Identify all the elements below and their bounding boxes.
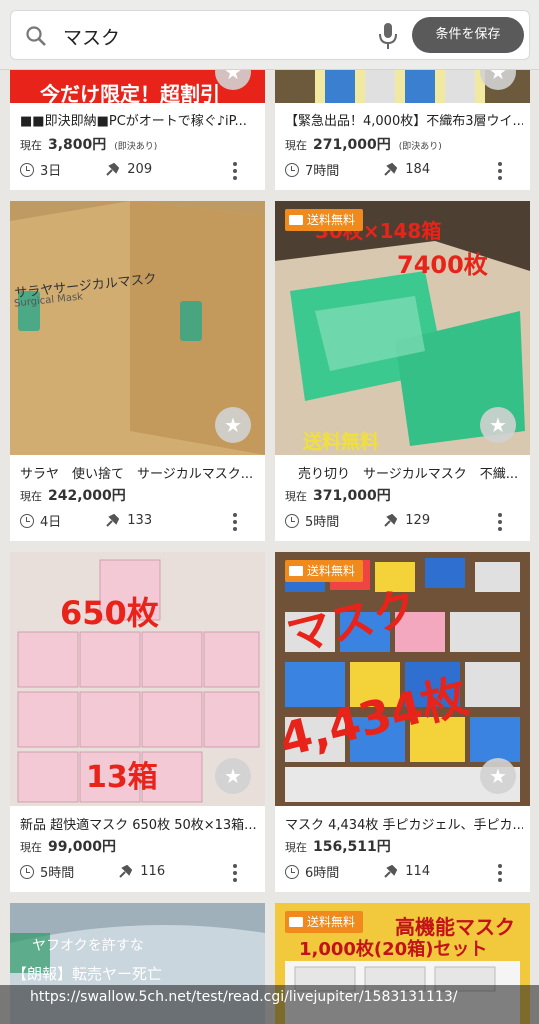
- banner-text: 今だけ限定！超割引: [40, 82, 220, 103]
- star-icon: ★: [489, 413, 507, 437]
- image-text: ヤフオクを許すな: [32, 938, 144, 954]
- image-text-count: 650枚: [60, 594, 159, 632]
- clock-icon: [20, 513, 34, 528]
- search-input[interactable]: マスク 条件を保存: [10, 10, 530, 60]
- bid-count: 184: [405, 162, 431, 177]
- search-header: マスク 条件を保存: [0, 0, 539, 70]
- star-icon: ★: [224, 764, 242, 788]
- meta-row: 7時間 184: [285, 160, 430, 179]
- meta-row: 4日 133: [20, 511, 152, 530]
- star-icon: ★: [489, 764, 507, 788]
- bid-count: 129: [405, 513, 431, 528]
- time-left: 3日: [40, 164, 62, 179]
- clock-icon: [285, 162, 299, 177]
- gavel-icon: [106, 513, 120, 527]
- price-row: 現在 156,511円: [285, 839, 391, 855]
- price-row: 現在 99,000円: [20, 839, 117, 855]
- price-row: 現在 242,000円: [20, 488, 126, 504]
- image-text-boxes: 13箱: [86, 760, 158, 795]
- clock-icon: [20, 864, 34, 879]
- listing-card[interactable]: マスク 4,434枚 送料無料 ★ マスク 4,434枚 手ピカジェル、手ピカ.…: [275, 552, 530, 892]
- clock-icon: [20, 162, 34, 177]
- free-shipping-badge: 送料無料: [285, 209, 364, 231]
- price: 3,800円: [48, 137, 107, 153]
- microphone-icon[interactable]: [377, 22, 399, 50]
- watermark-url: https://swallow.5ch.net/test/read.cgi/li…: [30, 989, 458, 1005]
- time-left: 5時間: [40, 866, 75, 881]
- more-icon[interactable]: [233, 162, 237, 180]
- search-query[interactable]: マスク: [63, 23, 120, 50]
- star-icon: ★: [224, 413, 242, 437]
- meta-row: 5時間 116: [20, 862, 165, 881]
- price: 99,000円: [48, 839, 117, 855]
- meta-row: 5時間 129: [285, 511, 430, 530]
- time-left: 6時間: [305, 866, 340, 881]
- more-icon[interactable]: [498, 864, 502, 882]
- time-left: 5時間: [305, 515, 340, 530]
- price: 271,000円: [313, 137, 391, 153]
- listing-title[interactable]: 売り切り サージカルマスク 不織...: [285, 463, 523, 482]
- more-icon[interactable]: [233, 864, 237, 882]
- meta-row: 3日 209: [20, 160, 152, 179]
- listing-title[interactable]: ■■即決即納■PCがオートで稼ぐ♪iP...: [20, 110, 258, 129]
- watermark-overlay: 【朗報】転売ヤー死亡 https://swallow.5ch.net/test/…: [0, 965, 539, 1024]
- listing-title[interactable]: 【緊急出品！4,000枚】不織布3層ウイ...: [285, 110, 523, 129]
- buyout-note: (即決あり): [114, 142, 158, 152]
- price-row: 現在 371,000円: [285, 488, 391, 504]
- more-icon[interactable]: [233, 513, 237, 531]
- watch-star-button[interactable]: ★: [215, 407, 251, 443]
- gavel-icon: [384, 864, 398, 878]
- free-shipping-badge: 送料無料: [285, 911, 364, 933]
- buyout-note: (即決あり): [398, 142, 442, 152]
- bid-count: 133: [127, 513, 153, 528]
- search-icon[interactable]: [25, 25, 47, 47]
- truck-icon: [289, 917, 303, 927]
- more-icon[interactable]: [498, 162, 502, 180]
- time-left: 4日: [40, 515, 62, 530]
- clock-icon: [285, 513, 299, 528]
- watch-star-button[interactable]: ★: [480, 407, 516, 443]
- bid-count: 116: [140, 864, 166, 879]
- price-row: 現在 3,800円 (即決あり): [20, 137, 158, 153]
- image-text-shipping: 送料無料: [303, 431, 380, 453]
- image-text-total: 7400枚: [397, 251, 488, 279]
- time-left: 7時間: [305, 164, 340, 179]
- price-row: 現在 271,000円 (即決あり): [285, 137, 442, 153]
- listing-title[interactable]: 新品 超快適マスク 650枚 50枚×13箱...: [20, 814, 258, 833]
- watch-star-button[interactable]: ★: [480, 758, 516, 794]
- listing-title[interactable]: サラヤ 使い捨て サージカルマスク...: [20, 463, 258, 482]
- price: 371,000円: [313, 488, 391, 504]
- clock-icon: [285, 864, 299, 879]
- meta-row: 6時間 114: [285, 862, 430, 881]
- more-icon[interactable]: [498, 513, 502, 531]
- watch-star-button[interactable]: ★: [215, 758, 251, 794]
- gavel-icon: [384, 513, 398, 527]
- save-conditions-button[interactable]: 条件を保存: [412, 17, 524, 53]
- results-grid: 今だけ限定！超割引 ★ ■■即決即納■PCがオートで稼ぐ♪iP... 現在 3,8…: [0, 0, 539, 1024]
- image-text-sub: 1,000枚(20箱)セット: [299, 939, 488, 960]
- watermark-headline: 【朗報】転売ヤー死亡: [12, 965, 163, 983]
- listing-title[interactable]: マスク 4,434枚 手ピカジェル、手ピカ...: [285, 814, 523, 833]
- price: 156,511円: [313, 839, 391, 855]
- truck-icon: [289, 566, 303, 576]
- gavel-icon: [119, 864, 133, 878]
- bid-count: 209: [127, 162, 153, 177]
- gavel-icon: [106, 162, 120, 176]
- listing-card[interactable]: サラヤサージカルマスク Surgical Mask ★ サラヤ 使い捨て サージ…: [10, 201, 265, 541]
- bid-count: 114: [405, 864, 431, 879]
- free-shipping-badge: 送料無料: [285, 560, 364, 582]
- listing-card[interactable]: 30枚×148箱 7400枚 送料無料 送料無料 ★ 売り切り サージカルマスク…: [275, 201, 530, 541]
- truck-icon: [289, 215, 303, 225]
- listing-card[interactable]: 650枚 13箱 ★ 新品 超快適マスク 650枚 50枚×13箱... 現在 9…: [10, 552, 265, 892]
- price: 242,000円: [48, 488, 126, 504]
- gavel-icon: [384, 162, 398, 176]
